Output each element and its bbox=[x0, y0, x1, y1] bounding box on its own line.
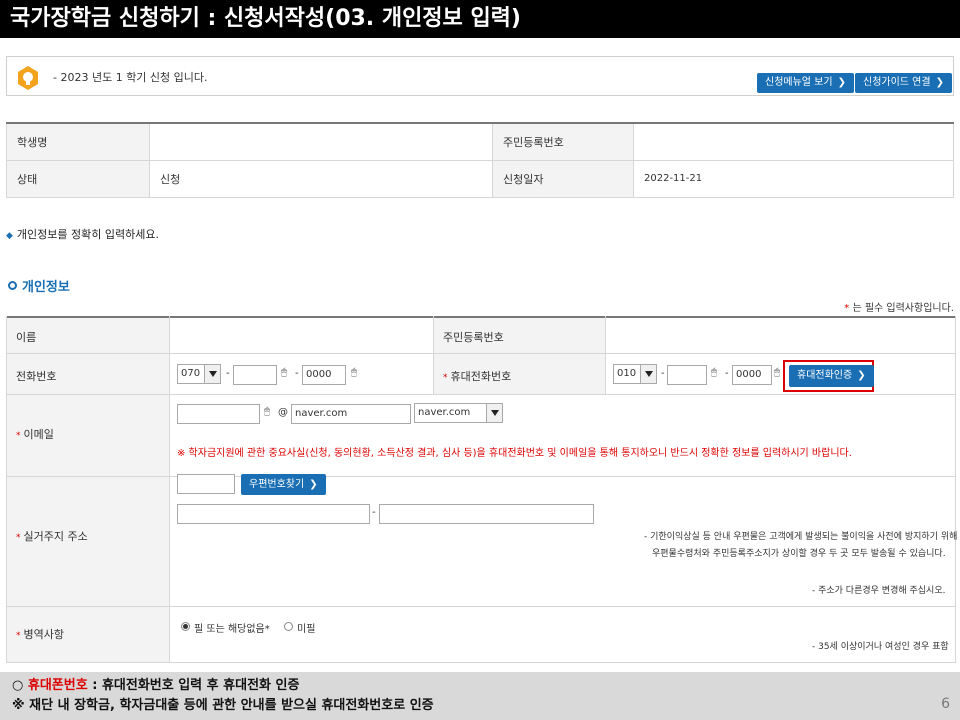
footer-note: ○ 휴대폰번호 : 휴대전화번호 입력 후 휴대전화 인증 ※ 재단 내 장학금… bbox=[0, 672, 960, 720]
mobile-label-text: 휴대전화번호 bbox=[450, 370, 512, 383]
chevron-right-icon: ❯ bbox=[857, 370, 866, 381]
chevron-right-icon: ❯ bbox=[837, 77, 846, 88]
required-star-icon: * bbox=[443, 373, 448, 383]
notice-box: - 2023 년도 1 학기 신청 입니다. 신청메뉴얼 보기 ❯ 신청가이드 연… bbox=[6, 56, 954, 96]
chevron-right-icon: ❯ bbox=[309, 479, 318, 490]
military-option2-label: 미필 bbox=[297, 624, 316, 635]
mouse-icon: 🖱 bbox=[711, 367, 717, 378]
email-label-text: 이메일 bbox=[23, 428, 54, 441]
phone-area-value: 070 bbox=[181, 368, 201, 379]
chevron-down-icon bbox=[486, 404, 502, 422]
phone-label: 전화번호 bbox=[16, 370, 57, 383]
guide-link-label: 신청가이드 연결 bbox=[863, 77, 931, 88]
footer-line-1-rest: : 휴대전화번호 입력 후 휴대전화 인증 bbox=[87, 678, 300, 693]
footer-line-1-prefix: ○ bbox=[12, 678, 28, 693]
mouse-icon: 🖱 bbox=[351, 367, 357, 378]
military-option1-radio[interactable] bbox=[181, 622, 190, 631]
military-option2-radio[interactable] bbox=[284, 622, 293, 631]
address-note-1: - 기한이익상실 등 안내 우편물은 고객에게 발생되는 불이익을 사전에 방지… bbox=[644, 532, 958, 542]
zip-search-button[interactable]: 우편번호찾기 ❯ bbox=[241, 474, 326, 495]
zip-code-input[interactable] bbox=[177, 474, 235, 494]
mobile-label: * 휴대전화번호 bbox=[443, 368, 511, 384]
guide-text-label: 개인정보를 정확히 입력하세요. bbox=[16, 228, 159, 241]
manual-view-label: 신청메뉴얼 보기 bbox=[765, 77, 833, 88]
footer-line-2: ※ 재단 내 장학금, 학자금대출 등에 관한 안내를 받으실 휴대전화번호로 … bbox=[12, 698, 434, 713]
phone-area-select[interactable]: 070 bbox=[177, 364, 221, 384]
required-star-icon: * bbox=[16, 431, 21, 441]
personal-info-form: 이름 주민등록번호 전화번호 070 - 🖱 - 0000 🖱 * 휴대전화번호 … bbox=[6, 316, 958, 663]
mobile-verify-button[interactable]: 휴대전화인증 ❯ bbox=[789, 365, 874, 387]
circle-bullet-icon bbox=[8, 281, 17, 290]
required-star-icon: * bbox=[16, 533, 21, 543]
chevron-down-icon bbox=[204, 365, 220, 383]
chevron-right-icon: ❯ bbox=[935, 77, 944, 88]
student-name-label: 학생명 bbox=[6, 122, 150, 161]
guide-text: ◆ 개인정보를 정확히 입력하세요. bbox=[6, 226, 159, 242]
applicant-info-table: 학생명 주민등록번호 상태 신청 신청일자 2022-11-21 bbox=[6, 122, 954, 198]
military-label-text: 병역사항 bbox=[23, 628, 64, 641]
manual-view-button[interactable]: 신청메뉴얼 보기 ❯ bbox=[757, 73, 854, 93]
guide-link-button[interactable]: 신청가이드 연결 ❯ bbox=[855, 73, 952, 93]
required-note-text: 는 필수 입력사항입니다. bbox=[852, 303, 954, 314]
mobile-prefix-value: 010 bbox=[617, 368, 637, 379]
rrn-label: 주민등록번호 bbox=[492, 122, 634, 161]
form-rrn-label: 주민등록번호 bbox=[443, 331, 504, 344]
mobile-last-input[interactable]: 0000 bbox=[732, 365, 772, 385]
mobile-middle-input[interactable] bbox=[667, 365, 707, 385]
rrn-value bbox=[633, 122, 954, 161]
diamond-icon: ◆ bbox=[6, 231, 13, 241]
required-star-icon: * bbox=[16, 631, 21, 641]
mouse-icon: 🖱 bbox=[264, 406, 270, 417]
military-note: - 35세 이상이거나 여성인 경우 표함 bbox=[812, 642, 949, 652]
footer-line-1: ○ 휴대폰번호 : 휴대전화번호 입력 후 휴대전화 인증 bbox=[12, 676, 960, 696]
mobile-prefix-select[interactable]: 010 bbox=[613, 364, 657, 384]
email-id-input[interactable] bbox=[177, 404, 260, 424]
footer-line-1-highlight: 휴대폰번호 bbox=[27, 678, 88, 693]
page-number: 6 bbox=[941, 696, 950, 712]
military-option1-label: 필 또는 해당없음* bbox=[194, 624, 270, 635]
page-title: 국가장학금 신청하기 : 신청서작성(03. 개인정보 입력) bbox=[0, 0, 960, 38]
military-label: * 병역사항 bbox=[16, 626, 64, 642]
student-name-value bbox=[149, 122, 493, 161]
bulb-icon bbox=[18, 66, 38, 90]
status-value: 신청 bbox=[149, 159, 493, 198]
email-domain-input[interactable]: naver.com bbox=[291, 404, 411, 424]
address-label: * 실거주지 주소 bbox=[16, 528, 88, 544]
status-label: 상태 bbox=[6, 159, 150, 198]
address-label-text: 실거주지 주소 bbox=[23, 530, 88, 543]
email-domain-select-value: naver.com bbox=[418, 407, 471, 418]
address-note-2: 우편물수령처와 주민등록주소지가 상이할 경우 두 곳 모두 발송될 수 있습니… bbox=[652, 549, 946, 559]
section-title-label: 개인정보 bbox=[22, 280, 70, 295]
phone-middle-input[interactable] bbox=[233, 365, 277, 385]
mouse-icon: 🖱 bbox=[281, 367, 287, 378]
email-warning: ※ 학자금지원에 관한 중요사실(신청, 동의현황, 소득산정 결과, 심사 등… bbox=[177, 448, 852, 459]
address-line2-input[interactable] bbox=[379, 504, 594, 524]
section-title: 개인정보 bbox=[8, 276, 70, 295]
mobile-verify-label: 휴대전화인증 bbox=[797, 370, 853, 381]
mouse-icon: 🖱 bbox=[774, 367, 780, 378]
phone-last-input[interactable]: 0000 bbox=[302, 365, 346, 385]
required-note: * 는 필수 입력사항입니다. bbox=[844, 299, 954, 314]
apply-date-value: 2022-11-21 bbox=[633, 159, 954, 198]
email-label: * 이메일 bbox=[16, 426, 54, 442]
notice-text: - 2023 년도 1 학기 신청 입니다. bbox=[53, 71, 208, 84]
email-domain-select[interactable]: naver.com bbox=[414, 403, 503, 423]
name-label: 이름 bbox=[16, 331, 37, 344]
chevron-down-icon bbox=[640, 365, 656, 383]
zip-search-label: 우편번호찾기 bbox=[249, 479, 305, 490]
apply-date-label: 신청일자 bbox=[492, 159, 634, 198]
address-line1-input[interactable] bbox=[177, 504, 370, 524]
address-note-3: - 주소가 다른경우 변경해 주십시오. bbox=[812, 586, 946, 596]
